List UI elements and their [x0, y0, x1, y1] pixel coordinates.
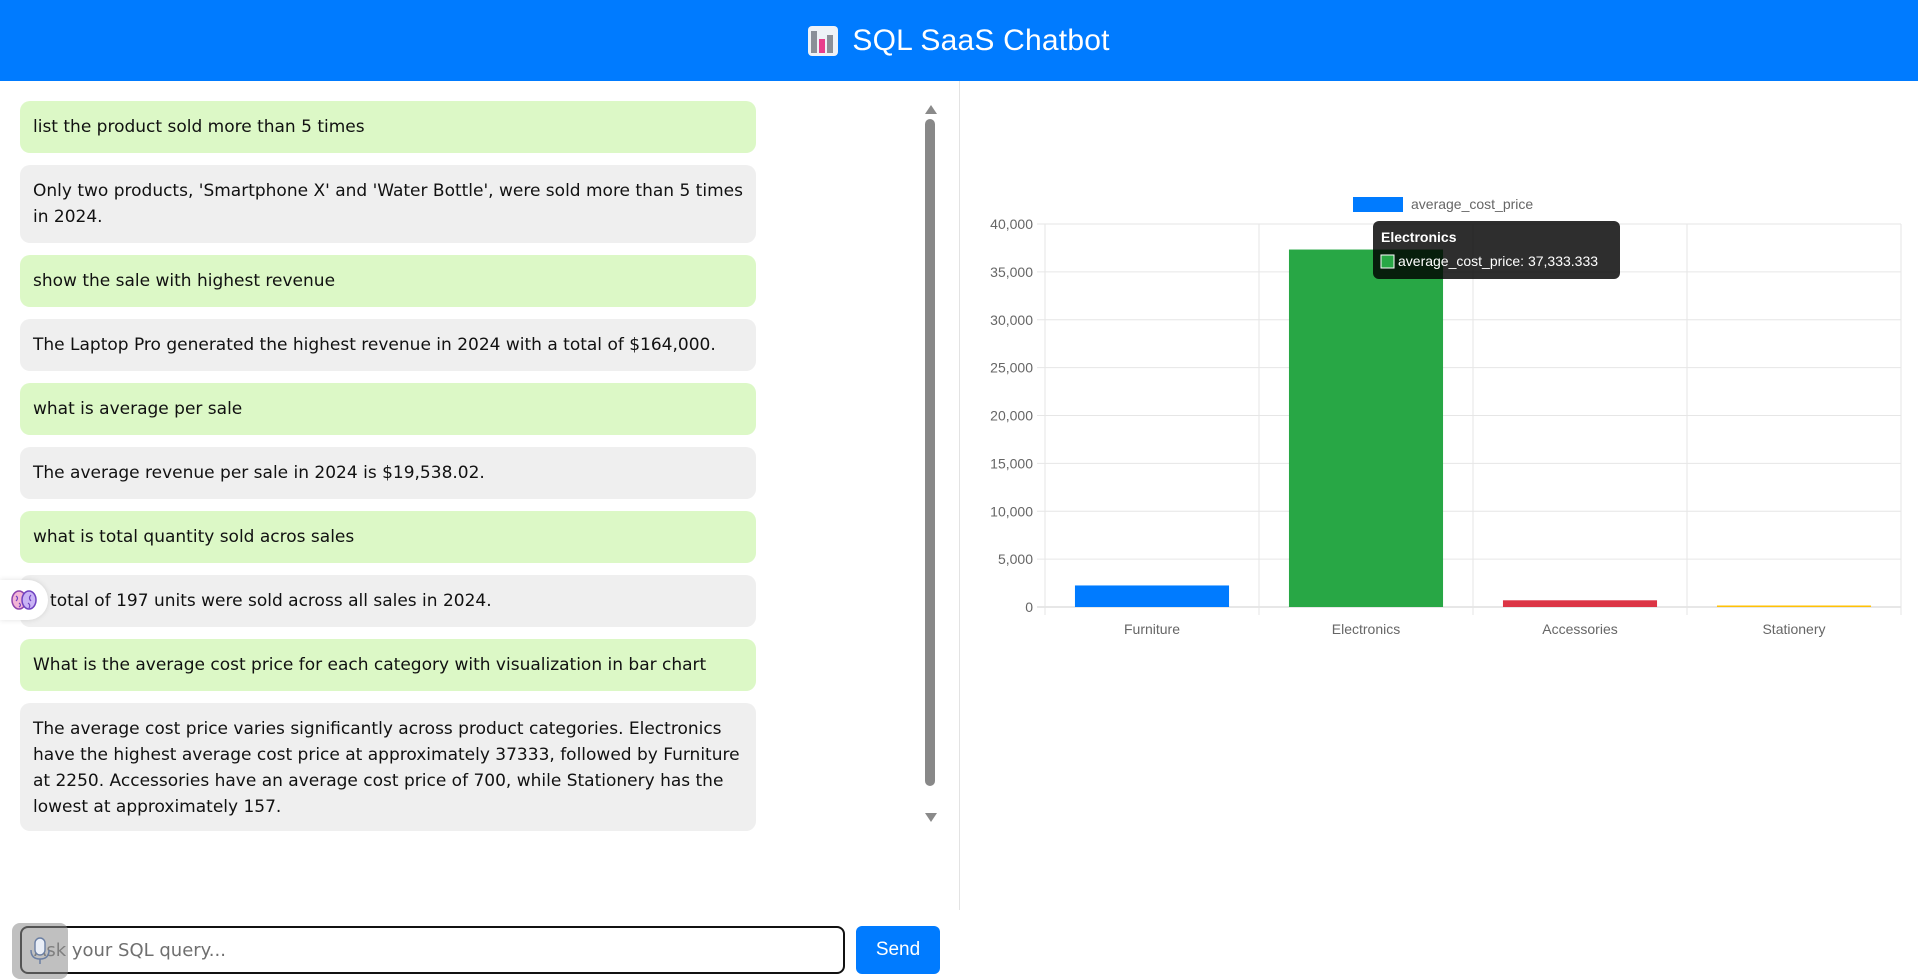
y-tick-label: 10,000 [990, 503, 1033, 519]
brain-icon[interactable] [0, 580, 48, 620]
chart-legend: average_cost_price [1353, 196, 1533, 212]
app-header: SQL SaaS Chatbot [0, 0, 1918, 81]
microphone-icon[interactable] [12, 923, 68, 979]
chat-scrollbar[interactable] [923, 105, 937, 825]
bot-message: The average cost price varies significan… [20, 703, 756, 831]
send-button[interactable]: Send [856, 926, 940, 974]
bot-message: A total of 197 units were sold across al… [20, 575, 756, 627]
bot-message: The average revenue per sale in 2024 is … [20, 447, 756, 499]
x-tick-label: Stationery [1762, 621, 1825, 637]
chat-panel: list the product sold more than 5 times … [0, 81, 960, 979]
y-axis-ticks: 0 5,000 10,000 15,000 20,000 25,000 30,000 35,0… [990, 216, 1033, 615]
bot-message: Only two products, 'Smartphone X' and 'W… [20, 165, 756, 243]
scroll-down-icon[interactable] [925, 813, 937, 822]
y-tick-label: 20,000 [990, 408, 1033, 424]
chart-panel: 0 5,000 10,000 15,000 20,000 25,000 30,000 35,0… [961, 81, 1918, 910]
y-tick-label: 0 [1025, 599, 1033, 615]
user-message: list the product sold more than 5 times [20, 101, 756, 153]
tooltip-swatch [1380, 254, 1395, 269]
bot-message: The Laptop Pro generated the highest rev… [20, 319, 756, 371]
scroll-up-icon[interactable] [925, 105, 937, 114]
chart-tooltip: Electronics average_cost_price: 37,333.33… [1373, 221, 1620, 279]
query-input[interactable] [20, 926, 845, 974]
x-tick-label: Furniture [1124, 621, 1180, 637]
app-title: SQL SaaS Chatbot [852, 23, 1110, 57]
user-message: what is average per sale [20, 383, 756, 435]
scroll-thumb[interactable] [925, 119, 935, 786]
tooltip-title: Electronics [1381, 229, 1457, 245]
chart-grid [1037, 223, 1902, 615]
bar-furniture [1074, 585, 1230, 607]
y-tick-label: 35,000 [990, 264, 1033, 280]
y-tick-label: 5,000 [998, 551, 1033, 567]
legend-label: average_cost_price [1411, 196, 1533, 212]
composer: Send [12, 923, 940, 979]
y-tick-label: 15,000 [990, 455, 1033, 471]
x-tick-label: Accessories [1542, 621, 1617, 637]
bar-electronics [1288, 249, 1444, 608]
bar-chart[interactable]: 0 5,000 10,000 15,000 20,000 25,000 30,000 35,0… [961, 81, 1918, 910]
x-tick-label: Electronics [1332, 621, 1400, 637]
user-message: What is the average cost price for each … [20, 639, 756, 691]
user-message: what is total quantity sold acros sales [20, 511, 756, 563]
x-axis-ticks: Furniture Electronics Accessories Stationer… [1124, 621, 1826, 637]
y-tick-label: 25,000 [990, 360, 1033, 376]
legend-swatch [1353, 197, 1403, 212]
bar-accessories [1502, 600, 1658, 607]
message-list[interactable]: list the product sold more than 5 times … [20, 101, 756, 911]
tooltip-label: average_cost_price: 37,333.333 [1398, 253, 1598, 269]
bar-chart-icon [808, 25, 839, 56]
y-tick-label: 40,000 [990, 216, 1033, 232]
bar-stationery [1716, 605, 1872, 607]
user-message: show the sale with highest revenue [20, 255, 756, 307]
y-tick-label: 30,000 [990, 312, 1033, 328]
